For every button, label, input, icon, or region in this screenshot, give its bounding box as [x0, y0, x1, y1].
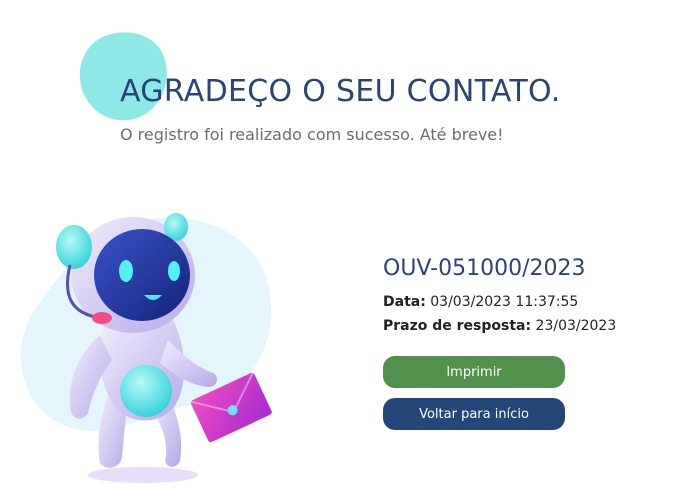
print-button[interactable]: Imprimir — [383, 356, 565, 388]
date-value: 03/03/2023 11:37:55 — [430, 294, 579, 310]
protocol-number: OUV-051000/2023 — [383, 256, 586, 281]
page-title: AGRADEÇO O SEU CONTATO. — [120, 74, 561, 109]
deadline-label: Prazo de resposta: — [383, 318, 532, 334]
page-subtitle: O registro foi realizado com sucesso. At… — [120, 125, 504, 144]
deadline-value: 23/03/2023 — [535, 318, 617, 334]
response-deadline: Prazo de resposta: 23/03/2023 — [383, 318, 616, 334]
back-to-home-button[interactable]: Voltar para início — [383, 398, 565, 430]
robot-illustration — [8, 195, 278, 490]
date-label: Data: — [383, 294, 426, 310]
record-date: Data: 03/03/2023 11:37:55 — [383, 294, 578, 310]
